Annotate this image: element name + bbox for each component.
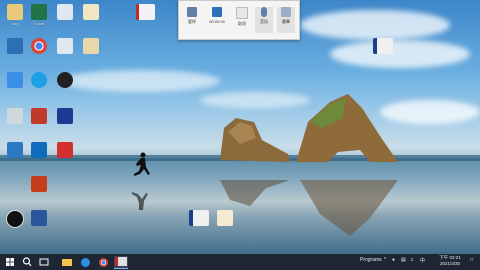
taskbar: Programs ^ ● ▤ ♫ 中 下午 02:21 2021/3/30 □ [0,254,480,270]
desktop-icon[interactable] [212,210,238,227]
internet-explorer-icon[interactable] [26,72,52,89]
cancel-button[interactable]: 取消 [233,7,251,33]
chrome-icon[interactable] [26,38,52,55]
programs-label[interactable]: Programs [360,257,382,263]
desktop-icon[interactable] [2,38,28,55]
mic-icon [261,7,267,17]
stop-button[interactable]: 00:00:04 [205,7,229,33]
desktop-icon[interactable] [78,4,104,21]
elapsed-time: 00:00:04 [209,19,225,24]
pause-icon [187,7,197,17]
desktop-icon[interactable] [2,72,28,89]
powerpoint-icon[interactable] [26,176,52,193]
excel-icon[interactable]: Excel [26,4,52,26]
pen-button[interactable]: 畫筆 [277,7,295,33]
clock[interactable]: 下午 02:21 2021/3/30 [434,255,466,267]
desktop-icon[interactable] [2,142,28,159]
microphone-tray-icon[interactable]: ● [392,257,395,263]
pen-icon [281,7,291,17]
windows-start-icon[interactable] [3,256,17,268]
rock-formations [220,94,398,236]
cloud [330,40,470,68]
desktop-icon[interactable] [186,210,212,227]
desktop-icon[interactable]: Vbg [2,4,28,26]
desktop-icon[interactable] [52,38,78,55]
ime-indicator[interactable]: 中 [420,257,425,264]
desktop-icon[interactable] [78,38,104,55]
chrome-taskbar-icon[interactable] [96,256,110,268]
stop-icon [212,7,222,17]
edge-icon[interactable] [78,256,92,268]
pause-button[interactable]: 暫停 [183,7,201,33]
network-icon[interactable]: ▤ [401,257,406,263]
desktop-icon[interactable] [52,108,78,125]
clock-date: 2021/3/30 [439,261,461,266]
recycle-bin-icon[interactable] [2,108,28,125]
desktop-icon[interactable] [52,72,78,89]
desktop-icon[interactable] [370,38,396,55]
outlook-icon[interactable] [26,142,52,159]
runner-reflection [132,192,148,210]
acrobat-icon[interactable] [52,142,78,159]
recorder-toolbar: 暫停 00:00:04 取消 音訊 畫筆 [178,0,300,40]
cancel-icon [236,7,248,19]
recorder-taskbar-icon[interactable] [114,256,128,269]
desktop-icon[interactable] [26,108,52,125]
desktop-icon[interactable] [2,210,28,229]
word-icon[interactable] [26,210,52,227]
file-explorer-icon[interactable] [60,256,74,268]
desktop-icon[interactable] [132,4,158,21]
mic-button[interactable]: 音訊 [255,7,273,33]
runner-silhouette [134,152,150,176]
cloud [300,10,450,40]
notification-icon[interactable]: □ [470,257,473,263]
search-icon[interactable] [20,256,34,268]
task-view-icon[interactable] [37,256,51,268]
chevron-up-icon[interactable]: ^ [384,257,386,263]
desktop-icon[interactable] [52,4,78,21]
volume-icon[interactable]: ♫ [410,257,414,263]
cloud [60,70,220,92]
